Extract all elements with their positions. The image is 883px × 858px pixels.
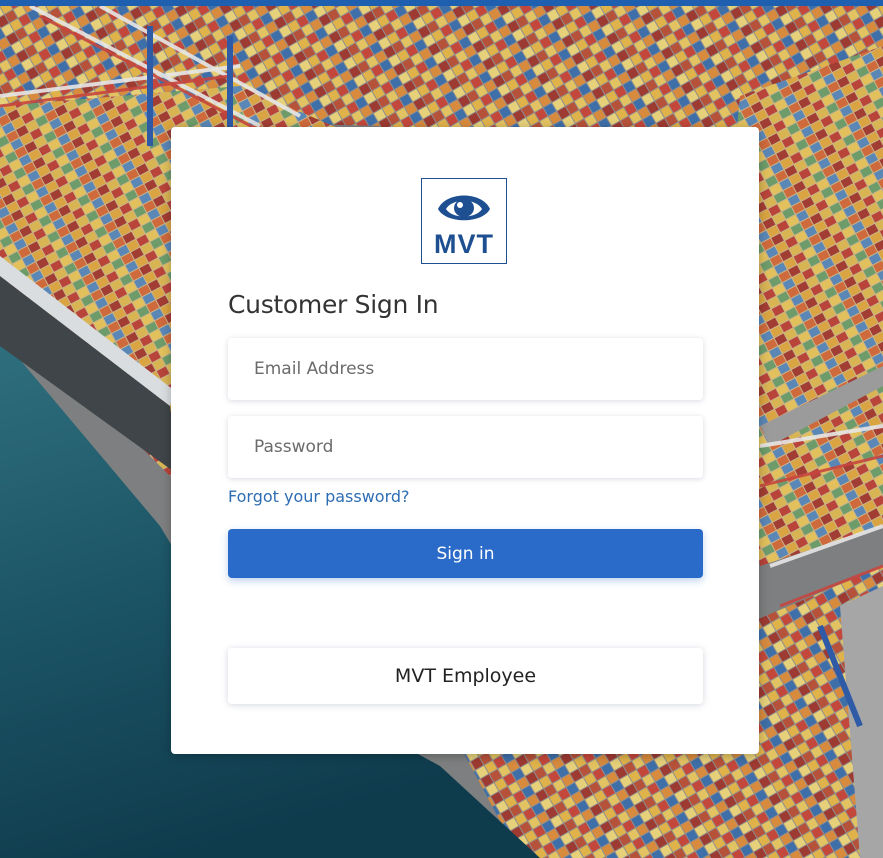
email-field[interactable] — [228, 338, 703, 400]
password-input[interactable] — [228, 416, 703, 478]
logo-wordmark: MVT — [434, 229, 494, 259]
forgot-password-link[interactable]: Forgot your password? — [228, 487, 410, 506]
top-accent-bar — [0, 0, 883, 6]
password-field[interactable] — [228, 416, 703, 478]
email-input[interactable] — [228, 338, 703, 400]
mvt-logo: MVT — [421, 178, 507, 264]
signin-card: MVT Customer Sign In Forgot your passwor… — [171, 127, 759, 754]
login-page: MVT Customer Sign In Forgot your passwor… — [0, 0, 883, 858]
sign-in-button[interactable]: Sign in — [228, 529, 703, 578]
mvt-employee-button[interactable]: MVT Employee — [228, 648, 703, 704]
page-title: Customer Sign In — [228, 290, 439, 319]
